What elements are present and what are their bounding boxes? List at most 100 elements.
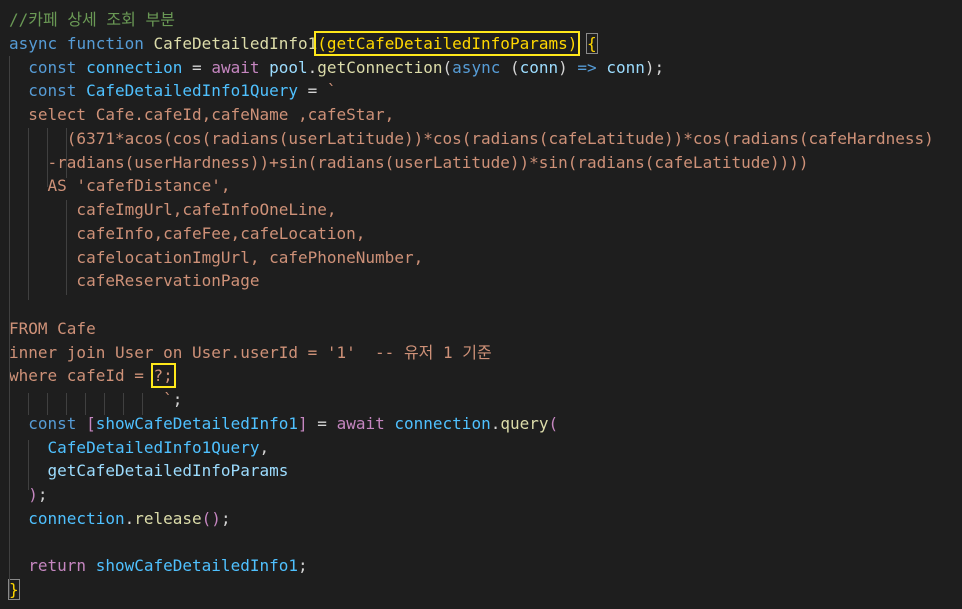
code-token: connection — [28, 508, 125, 528]
code-token: await — [211, 57, 260, 77]
code-line[interactable]: return showCafeDetailedInfo1; — [9, 554, 308, 578]
code-token: ; — [298, 556, 308, 576]
code-line[interactable]: cafeInfo,cafeFee,cafeLocation, — [9, 222, 365, 246]
code-token: conn — [519, 57, 559, 77]
matched-brace: { — [586, 32, 598, 54]
indent-guide — [142, 393, 143, 415]
code-token: showCafeDetailedInfo1 — [95, 556, 298, 576]
code-line[interactable]: cafelocationImgUrl, cafePhoneNumber, — [9, 246, 423, 270]
code-token: return — [28, 556, 87, 576]
code-token: = — [298, 81, 327, 101]
indent-guide — [28, 440, 29, 490]
indent-guide — [66, 128, 67, 178]
code-token: inner join User on User.userId = '1' -- … — [9, 342, 492, 362]
code-token: ( — [500, 57, 520, 77]
code-token: conn — [606, 57, 645, 77]
code-editor[interactable]: //카페 상세 조회 부분 async function CafeDetailed… — [0, 0, 962, 609]
indent-guide — [28, 128, 29, 300]
code-token: cafeReservationPage — [9, 271, 260, 291]
indent-guide — [47, 393, 48, 415]
code-token: ( — [548, 413, 559, 433]
code-token: => — [577, 57, 597, 77]
code-line[interactable]: const [showCafeDetailedInfo1] = await co… — [9, 412, 558, 436]
code-line[interactable] — [9, 293, 19, 317]
indent-guide — [66, 200, 67, 295]
code-token: CafeDetailedInfo1 — [153, 33, 318, 53]
code-line[interactable]: `; — [9, 388, 182, 412]
code-line[interactable]: AS 'cafefDistance', — [9, 174, 231, 198]
code-token: ] — [298, 413, 308, 433]
code-token: getCafeDetailedInfoParams — [47, 461, 289, 481]
code-token: (6371*acos(cos(radians(userLatitude))*co… — [9, 128, 934, 148]
code-line[interactable]: } — [8, 578, 20, 602]
code-line[interactable]: connection.release(); — [9, 507, 231, 531]
code-line[interactable]: inner join User on User.userId = '1' -- … — [9, 341, 492, 365]
code-token: FROM Cafe — [9, 318, 96, 338]
code-token: -radians(userHardness))+sin(radians(user… — [9, 152, 809, 172]
code-token: where cafeId = — [9, 366, 154, 386]
code-token: ` — [9, 390, 173, 409]
code-token: pool — [269, 57, 308, 77]
code-line[interactable]: CafeDetailedInfo1Query, — [9, 436, 270, 460]
code-token: function — [66, 33, 144, 53]
code-line[interactable]: select Cafe.cafeId,cafeName ,cafeStar, — [9, 103, 394, 127]
code-token: connection — [394, 413, 491, 433]
code-line[interactable]: FROM Cafe — [9, 317, 96, 341]
code-token: CafeDetailedInfo1Query — [47, 437, 260, 457]
code-line[interactable]: const CafeDetailedInfo1Query = ` — [9, 79, 337, 103]
code-token: cafeInfo,cafeFee,cafeLocation, — [9, 223, 366, 243]
code-line[interactable]: getCafeDetailedInfoParams — [9, 459, 289, 483]
code-token: AS 'cafefDistance', — [9, 176, 231, 196]
code-token: = — [307, 413, 337, 433]
code-token: ; — [37, 485, 48, 504]
code-token: showCafeDetailedInfo1 — [95, 413, 299, 433]
indent-guide — [104, 393, 105, 415]
code-token: const — [28, 57, 77, 77]
code-token: . — [307, 57, 318, 77]
code-token: cafeImgUrl,cafeInfoOneLine, — [9, 200, 337, 219]
indent-guide — [28, 393, 29, 415]
code-token: ( — [442, 57, 453, 77]
code-token: CafeDetailedInfo1Query — [86, 81, 298, 101]
code-token: const — [28, 81, 77, 101]
code-token: () — [201, 508, 221, 528]
code-token: const — [28, 413, 77, 433]
code-token: select Cafe.cafeId,cafeName ,cafeStar, — [9, 105, 395, 124]
indent-guide — [47, 128, 48, 187]
highlighted-params: (getCafeDetailedInfoParams) — [314, 30, 581, 56]
code-line[interactable]: where cafeId = ?; — [9, 363, 176, 389]
code-token: [ — [86, 413, 96, 433]
code-line[interactable]: //카페 상세 조회 부분 — [9, 8, 175, 32]
code-token: = — [182, 57, 212, 77]
code-line[interactable]: const connection = await pool.getConnect… — [9, 56, 664, 80]
code-token: ; — [220, 508, 231, 528]
code-token: async — [9, 33, 58, 53]
code-line[interactable]: (6371*acos(cos(radians(userLatitude))*co… — [9, 127, 934, 151]
code-token: ) — [28, 485, 38, 504]
code-line[interactable]: cafeReservationPage — [9, 269, 259, 293]
indent-guide — [9, 56, 10, 598]
code-line[interactable]: async function CafeDetailedInfo1(getCafe… — [9, 30, 598, 56]
code-token: getConnection — [317, 57, 443, 77]
code-token: . — [490, 413, 501, 433]
code-line[interactable]: cafeImgUrl,cafeInfoOneLine, — [9, 198, 337, 222]
code-line[interactable]: -radians(userHardness))+sin(radians(user… — [9, 151, 809, 175]
code-token: await — [336, 413, 385, 433]
code-line[interactable] — [9, 531, 19, 555]
indent-guide — [66, 393, 67, 415]
indent-guide — [85, 393, 86, 415]
code-token: ` — [326, 81, 337, 101]
